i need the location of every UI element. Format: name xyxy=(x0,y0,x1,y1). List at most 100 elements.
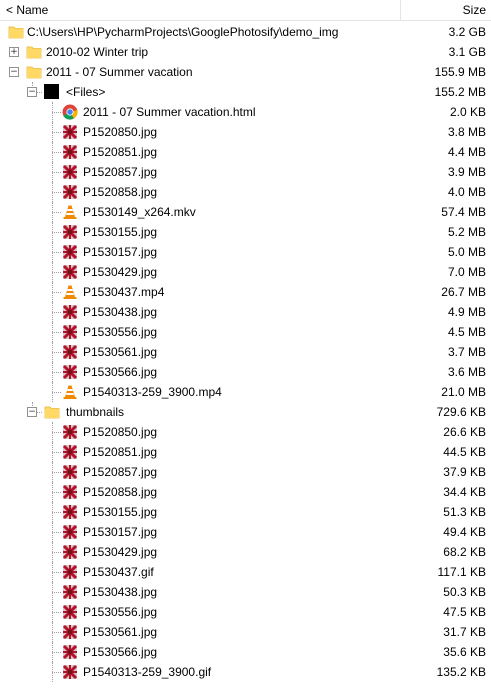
file-row[interactable]: P1530437.gif 117.1 KB xyxy=(0,562,491,582)
file-row[interactable]: P1520851.jpg 44.5 KB xyxy=(0,442,491,462)
item-name: P1530429.jpg xyxy=(83,265,158,279)
item-name: P1530438.jpg xyxy=(83,305,158,319)
collapse-minus-icon[interactable]: − xyxy=(27,407,37,417)
file-row[interactable]: P1520850.jpg 26.6 KB xyxy=(0,422,491,442)
file-tree: C:\Users\HP\PycharmProjects\GooglePhotos… xyxy=(0,22,491,682)
item-size: 37.9 KB xyxy=(443,465,486,479)
item-size: 5.0 MB xyxy=(447,245,486,259)
item-size: 4.4 MB xyxy=(447,145,486,159)
collapse-minus-icon[interactable]: − xyxy=(27,87,37,97)
tree-connector-line xyxy=(52,432,61,433)
file-row[interactable]: P1520858.jpg 4.0 MB xyxy=(0,182,491,202)
item-size: 3.6 MB xyxy=(447,365,486,379)
file-row[interactable]: P1520850.jpg 3.8 MB xyxy=(0,122,491,142)
image-file-icon xyxy=(62,364,78,380)
size-column-header[interactable]: Size xyxy=(463,3,486,17)
file-row[interactable]: P1530556.jpg 47.5 KB xyxy=(0,602,491,622)
file-row[interactable]: P1530556.jpg 4.5 MB xyxy=(0,322,491,342)
file-row[interactable]: 2011 - 07 Summer vacation.html 2.0 KB xyxy=(0,102,491,122)
tree-connector-line xyxy=(52,112,61,113)
file-row[interactable]: P1530429.jpg 7.0 MB xyxy=(0,262,491,282)
tree-connector-line xyxy=(52,492,61,493)
item-size: 3.2 GB xyxy=(448,25,486,39)
tree-connector-line xyxy=(52,572,61,573)
file-row[interactable]: P1530429.jpg 68.2 KB xyxy=(0,542,491,562)
tree-connector-line xyxy=(52,652,61,653)
image-file-icon xyxy=(62,344,78,360)
file-row[interactable]: P1530155.jpg 5.2 MB xyxy=(0,222,491,242)
file-row[interactable]: P1530149_x264.mkv 57.4 MB xyxy=(0,202,491,222)
vlc-cone-icon xyxy=(62,384,78,400)
file-row[interactable]: P1520857.jpg 3.9 MB xyxy=(0,162,491,182)
file-row[interactable]: P1520857.jpg 37.9 KB xyxy=(0,462,491,482)
file-row[interactable]: P1530437.mp4 26.7 MB xyxy=(0,282,491,302)
item-name: P1520850.jpg xyxy=(83,425,158,439)
item-name: P1530149_x264.mkv xyxy=(83,205,196,219)
file-row[interactable]: P1530438.jpg 50.3 KB xyxy=(0,582,491,602)
tree-connector-line xyxy=(52,252,61,253)
item-size: 7.0 MB xyxy=(447,265,486,279)
image-file-icon xyxy=(62,564,78,580)
file-row[interactable]: P1540313-259_3900.gif 135.2 KB xyxy=(0,662,491,682)
column-divider[interactable] xyxy=(400,0,401,20)
folder-row[interactable]: − thumbnails 729.6 KB xyxy=(0,402,491,422)
folder-row[interactable]: − 2011 - 07 Summer vacation 155.9 MB xyxy=(0,62,491,82)
item-name: P1530556.jpg xyxy=(83,605,158,619)
tree-connector-line xyxy=(52,532,61,533)
name-column-header[interactable]: < Name xyxy=(6,3,48,17)
item-name: P1530437.mp4 xyxy=(83,285,165,299)
image-file-icon xyxy=(62,444,78,460)
files-block-icon xyxy=(44,84,59,99)
image-file-icon xyxy=(62,464,78,480)
image-file-icon xyxy=(62,164,78,180)
file-row[interactable]: P1530155.jpg 51.3 KB xyxy=(0,502,491,522)
tree-connector-line xyxy=(52,312,61,313)
item-name: <Files> xyxy=(66,85,106,99)
file-row[interactable]: P1530566.jpg 3.6 MB xyxy=(0,362,491,382)
image-file-icon xyxy=(62,504,78,520)
tree-connector-line xyxy=(52,632,61,633)
item-name: P1530561.jpg xyxy=(83,625,158,639)
folder-row[interactable]: +2010-02 Winter trip 3.1 GB xyxy=(0,42,491,62)
item-name: P1540313-259_3900.mp4 xyxy=(83,385,222,399)
item-name: P1530157.jpg xyxy=(83,525,158,539)
item-size: 135.2 KB xyxy=(436,665,486,679)
collapse-minus-icon[interactable]: − xyxy=(9,67,19,77)
folder-row[interactable]: C:\Users\HP\PycharmProjects\GooglePhotos… xyxy=(0,22,491,42)
folder-icon xyxy=(8,24,24,40)
file-row[interactable]: P1530561.jpg 3.7 MB xyxy=(0,342,491,362)
tree-connector-line xyxy=(52,172,61,173)
file-row[interactable]: P1520858.jpg 34.4 KB xyxy=(0,482,491,502)
tree-connector-line xyxy=(52,372,61,373)
folder-icon xyxy=(26,44,42,60)
tree-connector-line xyxy=(52,272,61,273)
folder-icon xyxy=(26,64,42,80)
item-name: P1520858.jpg xyxy=(83,185,158,199)
file-row[interactable]: P1530566.jpg 35.6 KB xyxy=(0,642,491,662)
expand-plus-icon[interactable]: + xyxy=(9,47,19,57)
file-row[interactable]: P1540313-259_3900.mp4 21.0 MB xyxy=(0,382,491,402)
item-size: 31.7 KB xyxy=(443,625,486,639)
folder-icon xyxy=(44,404,60,420)
item-name: P1520858.jpg xyxy=(83,485,158,499)
item-size: 729.6 KB xyxy=(436,405,486,419)
image-file-icon xyxy=(62,624,78,640)
file-row[interactable]: P1530157.jpg 49.4 KB xyxy=(0,522,491,542)
item-size: 68.2 KB xyxy=(443,545,486,559)
item-name: P1520850.jpg xyxy=(83,125,158,139)
tree-connector-line xyxy=(52,512,61,513)
file-row[interactable]: P1530438.jpg 4.9 MB xyxy=(0,302,491,322)
folder-row[interactable]: − <Files> 155.2 MB xyxy=(0,82,491,102)
item-name: 2010-02 Winter trip xyxy=(46,45,149,59)
item-size: 26.6 KB xyxy=(443,425,486,439)
file-row[interactable]: P1530157.jpg 5.0 MB xyxy=(0,242,491,262)
item-size: 47.5 KB xyxy=(443,605,486,619)
image-file-icon xyxy=(62,524,78,540)
file-row[interactable]: P1520851.jpg 4.4 MB xyxy=(0,142,491,162)
item-name: P1520857.jpg xyxy=(83,465,158,479)
item-name: C:\Users\HP\PycharmProjects\GooglePhotos… xyxy=(27,25,339,39)
item-size: 155.2 MB xyxy=(434,85,486,99)
item-name: P1530157.jpg xyxy=(83,245,158,259)
file-row[interactable]: P1530561.jpg 31.7 KB xyxy=(0,622,491,642)
tree-connector-line xyxy=(52,232,61,233)
